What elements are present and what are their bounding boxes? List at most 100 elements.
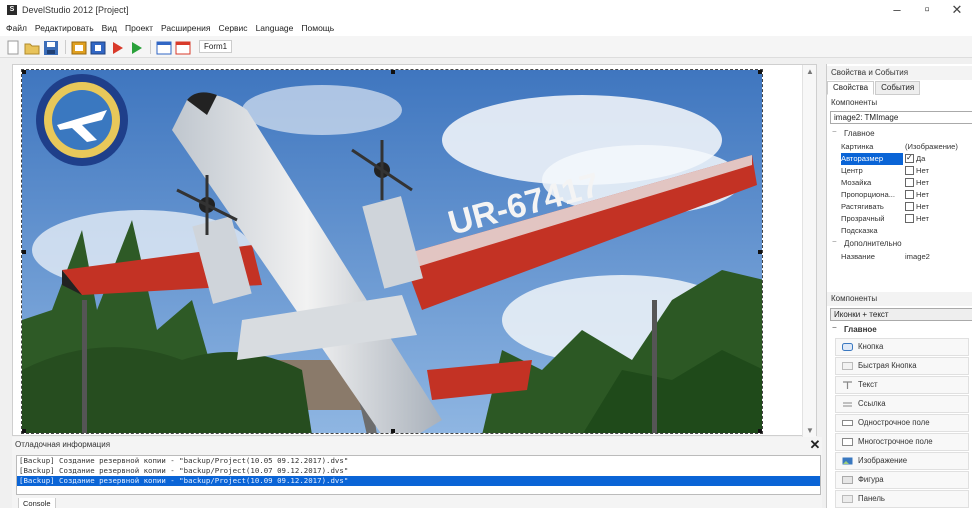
palette-item-panel[interactable]: Панель <box>835 490 969 508</box>
properties-tabs: Свойства События <box>827 81 921 95</box>
window-icon[interactable] <box>155 39 172 55</box>
prop-row-autosize[interactable]: Авторазмер Да <box>839 152 972 165</box>
menu-file[interactable]: Файл <box>6 23 27 33</box>
aircraft-photo: UR-67417 <box>22 70 762 433</box>
prop-value: Нет <box>916 190 929 199</box>
image-icon <box>842 457 853 465</box>
menu-service[interactable]: Сервис <box>218 23 247 33</box>
checkbox-checked[interactable] <box>905 152 914 164</box>
window-controls: – ▫ ✕ <box>882 0 972 20</box>
checkbox[interactable] <box>905 213 914 223</box>
prop-row-stretch[interactable]: Растягивать Нет <box>839 201 972 213</box>
tab-form1[interactable]: Form1 <box>199 40 233 53</box>
prop-value[interactable]: (Изображение) <box>905 141 958 153</box>
run-green-icon[interactable] <box>127 39 143 55</box>
window-close-icon[interactable] <box>174 39 191 55</box>
title-bar: S DevelStudio 2012 [Project] – ▫ ✕ <box>0 0 972 20</box>
menu-bar: Файл Редактировать Вид Проект Расширения… <box>0 20 972 36</box>
save-icon[interactable] <box>42 39 58 55</box>
toolbar-separator <box>65 39 66 54</box>
resize-handle[interactable] <box>758 429 762 433</box>
resize-handle[interactable] <box>758 250 762 254</box>
close-debug-button[interactable]: ✕ <box>808 437 822 453</box>
prop-row-hint[interactable]: Подсказка <box>839 225 972 237</box>
prop-value: Нет <box>916 214 929 223</box>
palette-item-single-line-field[interactable]: Однострочное поле <box>835 414 969 432</box>
palette-item-shape[interactable]: Фигура <box>835 471 969 489</box>
palette-item-label: Однострочное поле <box>858 418 930 427</box>
maximize-button[interactable]: ▫ <box>912 0 942 20</box>
palette-group-main[interactable]: Главное <box>830 324 972 336</box>
menu-project[interactable]: Проект <box>125 23 153 33</box>
palette-header: Компоненты <box>827 292 972 306</box>
checkbox[interactable] <box>905 201 914 211</box>
menu-view[interactable]: Вид <box>102 23 117 33</box>
tab-console[interactable]: Console <box>18 498 56 508</box>
palette-item-multi-line-field[interactable]: Многострочное поле <box>835 433 969 451</box>
designer-scrollbar[interactable]: ▲ ▼ <box>802 65 816 437</box>
scroll-down-icon[interactable]: ▼ <box>806 426 814 435</box>
component-selector[interactable]: image2: TMImage <box>830 111 972 124</box>
group-extra[interactable]: Дополнительно <box>830 238 972 250</box>
palette-item-link[interactable]: Ссылка <box>835 395 969 413</box>
palette-item-label: Изображение <box>858 456 908 465</box>
resize-handle[interactable] <box>391 429 395 433</box>
prop-value: Нет <box>916 202 929 211</box>
shape-icon <box>842 476 853 484</box>
resize-handle[interactable] <box>758 70 762 74</box>
components-label: Компоненты <box>827 96 972 110</box>
palette-item-image[interactable]: Изображение <box>835 452 969 470</box>
stop-icon[interactable] <box>89 39 106 55</box>
palette-item-text[interactable]: Текст <box>835 376 969 394</box>
menu-language[interactable]: Language <box>256 23 294 33</box>
build-icon[interactable] <box>70 39 87 55</box>
log-line[interactable]: [Backup] Создание резервной копии - "bac… <box>17 466 820 476</box>
checkbox[interactable] <box>905 165 914 175</box>
toolbar-separator <box>150 39 151 54</box>
checkbox[interactable] <box>905 189 914 199</box>
close-window-button[interactable]: ✕ <box>942 0 972 20</box>
toolbar: Form1 <box>0 36 972 58</box>
palette-item-label: Ссылка <box>858 399 886 408</box>
prop-value[interactable]: image2 <box>905 251 930 263</box>
prop-row-proportional[interactable]: Пропорциона... Нет <box>839 189 972 201</box>
prop-row-name[interactable]: Название image2 <box>839 251 972 263</box>
menu-extensions[interactable]: Расширения <box>161 23 210 33</box>
image-component[interactable]: UR-67417 <box>21 69 763 434</box>
tab-events[interactable]: События <box>875 81 921 95</box>
menu-edit[interactable]: Редактировать <box>35 23 94 33</box>
resize-handle[interactable] <box>22 250 26 254</box>
prop-row-transparent[interactable]: Прозрачный Нет <box>839 213 972 225</box>
palette-item-speed-button[interactable]: Быстрая Кнопка <box>835 357 969 375</box>
prop-name: Название <box>841 252 875 261</box>
resize-handle[interactable] <box>22 70 26 74</box>
palette-item-label: Текст <box>858 380 878 389</box>
log-line-selected[interactable]: [Backup] Создание резервной копии - "bac… <box>17 476 820 486</box>
log-line[interactable]: [Backup] Создание резервной копии - "bac… <box>17 456 820 466</box>
new-file-icon[interactable] <box>4 39 20 55</box>
debug-panel-title: Отладочная информация <box>15 440 111 449</box>
menu-help[interactable]: Помощь <box>301 23 334 33</box>
scroll-up-icon[interactable]: ▲ <box>806 67 814 76</box>
minimize-button[interactable]: – <box>882 0 912 20</box>
checkbox[interactable] <box>905 177 914 187</box>
debug-log[interactable]: [Backup] Создание резервной копии - "bac… <box>16 455 821 495</box>
text-icon <box>843 381 852 389</box>
prop-name: Подсказка <box>841 226 878 235</box>
resize-handle[interactable] <box>391 70 395 74</box>
palette-item-label: Кнопка <box>858 342 884 351</box>
speed-button-icon <box>842 362 853 370</box>
link-icon <box>843 402 852 407</box>
prop-row-center[interactable]: Центр Нет <box>839 165 972 177</box>
palette-item-button[interactable]: Кнопка <box>835 338 969 356</box>
resize-handle[interactable] <box>22 429 26 433</box>
tab-properties[interactable]: Свойства <box>827 81 875 95</box>
run-red-icon[interactable] <box>108 39 124 55</box>
group-main[interactable]: Главное <box>830 128 972 140</box>
open-folder-icon[interactable] <box>23 39 40 55</box>
palette-view-mode[interactable]: Иконки + текст <box>830 308 972 321</box>
palette-item-label: Многострочное поле <box>858 437 933 446</box>
prop-row-mosaic[interactable]: Мозайка Нет <box>839 177 972 189</box>
form-designer[interactable]: UR-67417 ▲ ▼ <box>12 64 817 437</box>
prop-name: Пропорциона... <box>841 190 896 199</box>
